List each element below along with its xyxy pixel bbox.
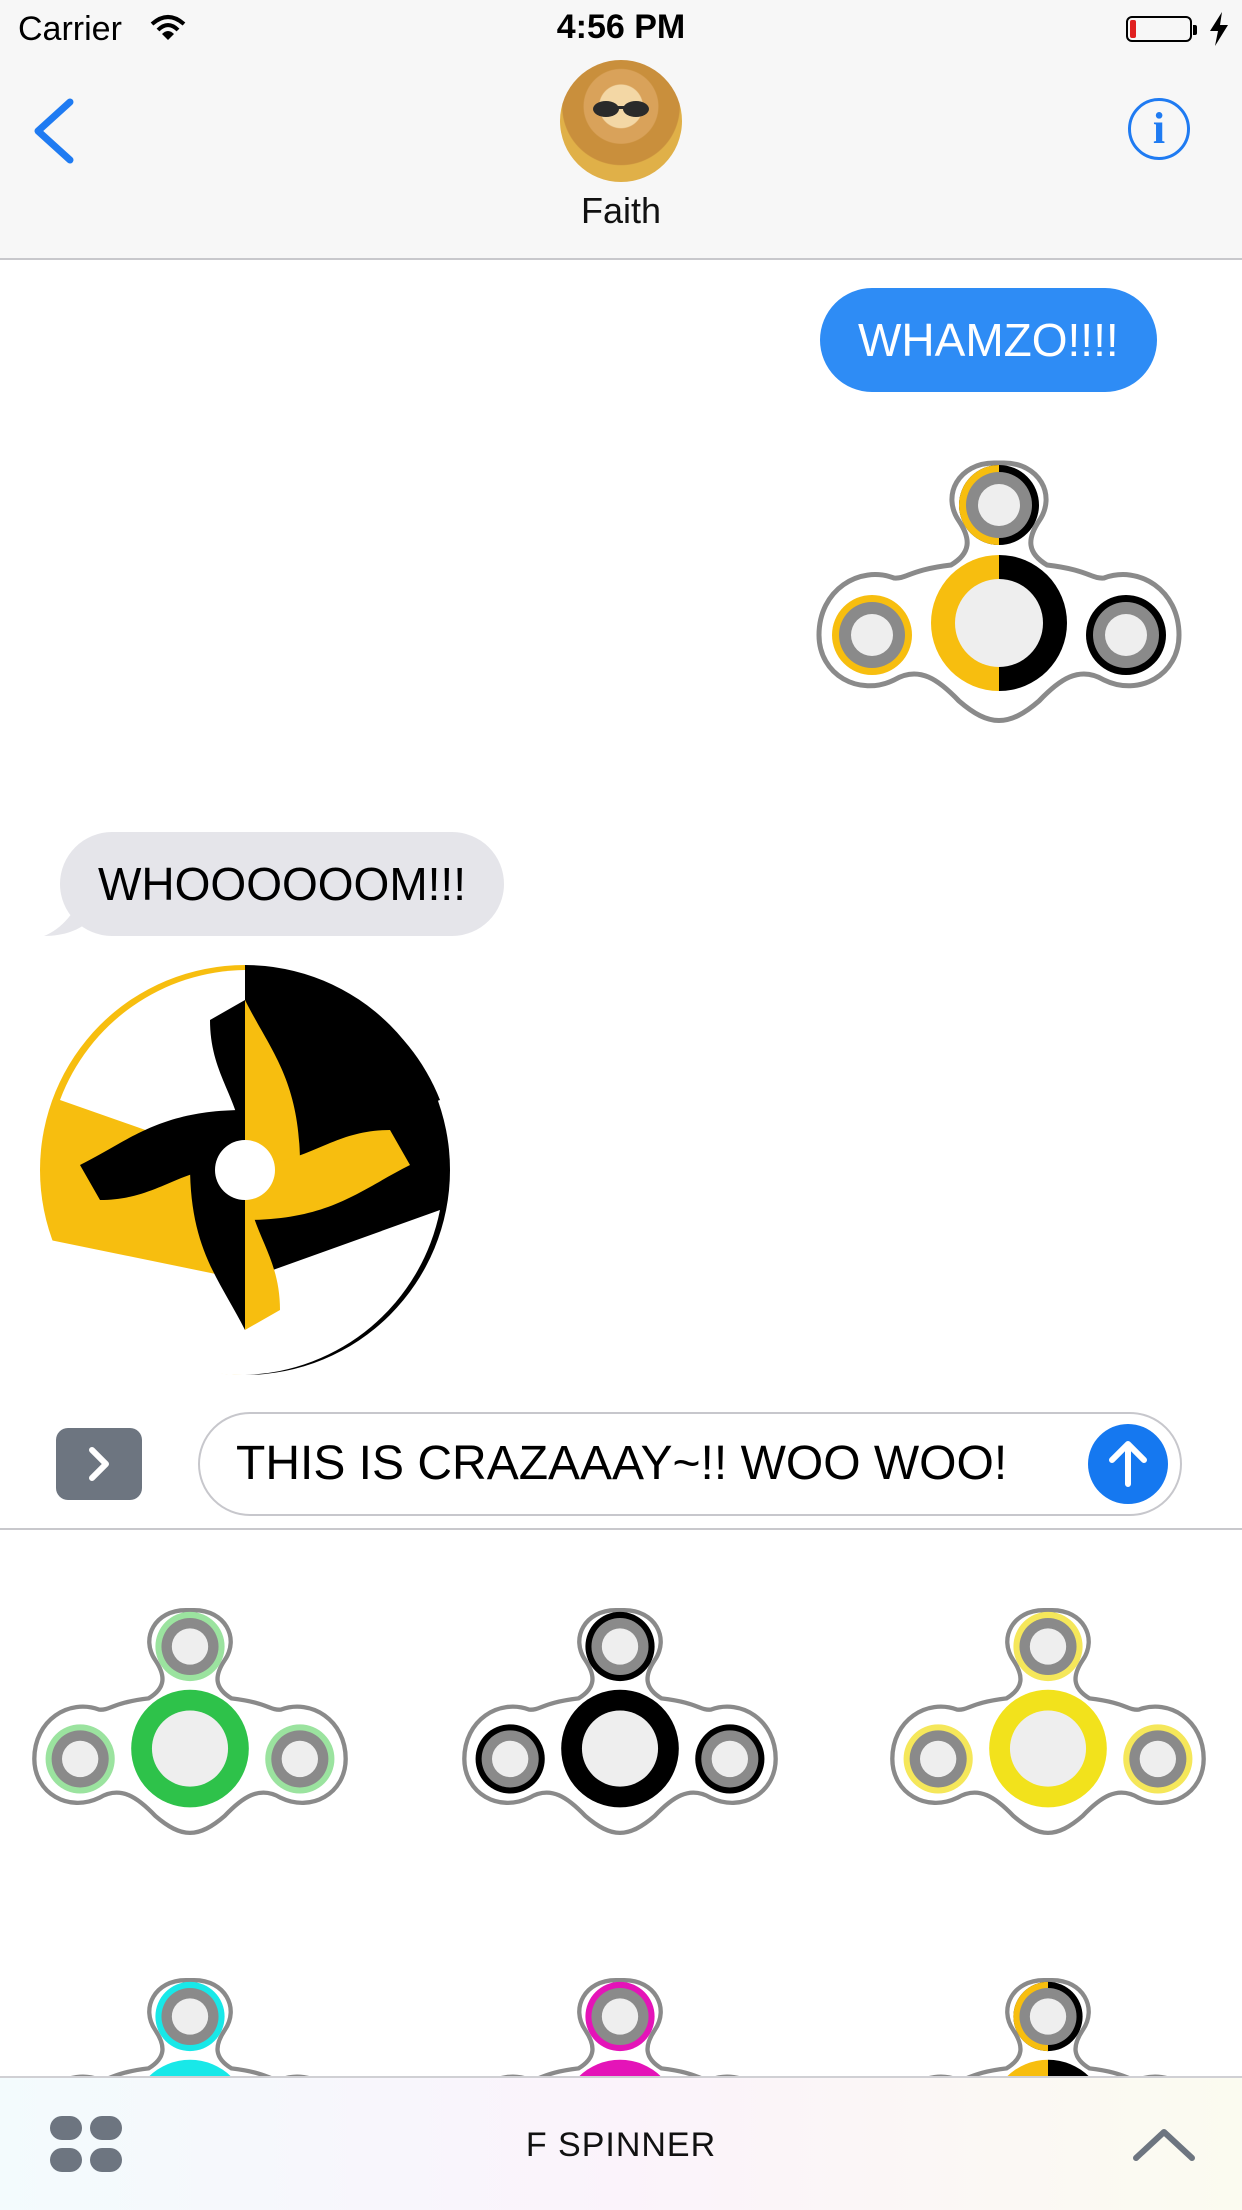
apps-toggle-button[interactable] bbox=[56, 1428, 142, 1500]
charging-icon bbox=[1208, 12, 1230, 54]
chevron-left-icon bbox=[34, 98, 74, 164]
sticker-cyan-spinner[interactable] bbox=[30, 1940, 350, 2080]
battery-icon bbox=[1126, 16, 1197, 42]
info-icon: i bbox=[1152, 104, 1166, 153]
sticker-drawer bbox=[0, 1528, 1242, 2080]
app-title: F SPINNER bbox=[525, 2126, 717, 2164]
sticker-green-spinner[interactable] bbox=[30, 1570, 350, 1870]
info-button[interactable]: i bbox=[1128, 98, 1190, 160]
incoming-sticker[interactable] bbox=[40, 960, 460, 1385]
chevron-up-icon bbox=[1133, 2129, 1195, 2161]
status-time: 4:56 PM bbox=[556, 8, 686, 46]
outgoing-message-bubble[interactable]: WHAMZO!!!! bbox=[820, 288, 1157, 392]
send-button[interactable] bbox=[1088, 1424, 1168, 1504]
chevron-right-icon bbox=[89, 1447, 109, 1481]
contact-name[interactable]: Faith bbox=[0, 190, 1242, 232]
expand-button[interactable] bbox=[1132, 2124, 1196, 2169]
avatar-photo bbox=[593, 101, 649, 117]
contact-avatar[interactable] bbox=[560, 60, 682, 182]
back-button[interactable] bbox=[30, 98, 78, 169]
sticker-yellow-spinner[interactable] bbox=[888, 1570, 1208, 1870]
sticker-yellow-black-spinner[interactable] bbox=[888, 1940, 1208, 2080]
message-input-text[interactable]: THIS IS CRAZAAAY~!! WOO WOO! bbox=[236, 1436, 1007, 1491]
sticker-black-spinner[interactable] bbox=[460, 1570, 780, 1870]
outgoing-sticker[interactable] bbox=[814, 420, 1184, 765]
incoming-message-bubble[interactable]: WHOOOOOOM!!! bbox=[60, 832, 504, 936]
arrow-up-icon bbox=[1109, 1441, 1147, 1487]
sticker-magenta-spinner[interactable] bbox=[460, 1940, 780, 2080]
